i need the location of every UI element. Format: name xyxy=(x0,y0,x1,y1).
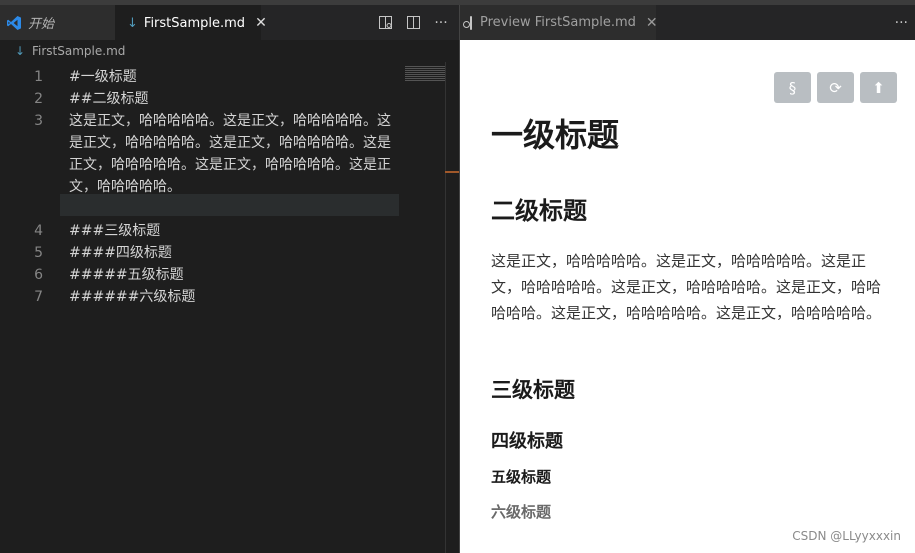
line-text[interactable]: 这是正文，哈哈哈哈哈。这是正文，哈哈哈哈哈。这是正文，哈哈哈哈哈。这是正文，哈哈… xyxy=(69,110,391,198)
editor-actions: ··· xyxy=(377,5,449,40)
breadcrumb-file[interactable]: FirstSample.md xyxy=(32,44,125,58)
markdown-icon: ↓ xyxy=(14,44,26,58)
markdown-icon: ↓ xyxy=(127,15,138,31)
breadcrumb[interactable]: ↓ FirstSample.md xyxy=(0,40,459,62)
back-to-top-button[interactable]: ⬆ xyxy=(860,72,897,103)
code-editor[interactable]: 1 #一级标题 2 ##二级标题 3 这是正文，哈哈哈哈哈。这是正文，哈哈哈哈哈… xyxy=(0,62,445,553)
preview-icon xyxy=(463,15,472,30)
line-number: 3 xyxy=(34,113,43,129)
scrollbar-cursor-marker xyxy=(445,171,459,173)
preview-tab-bar: Preview FirstSample.md ✕ ··· xyxy=(460,5,915,40)
line-number: 2 xyxy=(34,91,43,107)
tab-preview[interactable]: Preview FirstSample.md ✕ xyxy=(460,5,658,40)
line-number: 4 xyxy=(34,223,43,239)
line-text[interactable]: ######六级标题 xyxy=(69,286,391,308)
editor-tab-bar: 开始 ↓ FirstSample.md ✕ ··· xyxy=(0,5,459,40)
tab-file-label: FirstSample.md xyxy=(143,15,246,31)
line-text[interactable]: #一级标题 xyxy=(69,66,391,88)
minimap[interactable] xyxy=(405,66,447,82)
line-text[interactable]: ##二级标题 xyxy=(69,88,391,110)
toc-button[interactable]: § xyxy=(774,72,811,103)
refresh-button[interactable]: ⟳ xyxy=(817,72,854,103)
vertical-scrollbar[interactable] xyxy=(445,62,459,553)
preview-group: Preview FirstSample.md ✕ ··· § ⟳ ⬆ 一级标题 … xyxy=(459,5,915,553)
line-number: 7 xyxy=(34,289,43,305)
heading-3: 三级标题 xyxy=(491,378,575,402)
heading-6: 六级标题 xyxy=(491,503,552,521)
markdown-preview: § ⟳ ⬆ 一级标题 二级标题 这是正文，哈哈哈哈哈。这是正文，哈哈哈哈哈。这是… xyxy=(460,40,915,553)
heading-5: 五级标题 xyxy=(491,468,552,486)
line-number: 6 xyxy=(34,267,43,283)
tab-start[interactable]: 开始 xyxy=(0,5,115,40)
close-icon[interactable]: ✕ xyxy=(255,15,267,31)
open-preview-side-icon[interactable] xyxy=(377,15,393,31)
heading-4: 四级标题 xyxy=(491,431,563,452)
tab-first-sample[interactable]: ↓ FirstSample.md ✕ xyxy=(115,5,267,40)
more-actions-icon[interactable]: ··· xyxy=(895,5,908,40)
line-text[interactable]: ####四级标题 xyxy=(69,242,391,264)
line-number: 5 xyxy=(34,245,43,261)
line-text[interactable]: ###三级标题 xyxy=(69,220,391,242)
preview-toolbar: § ⟳ ⬆ xyxy=(774,72,897,103)
body-paragraph: 这是正文，哈哈哈哈哈。这是正文，哈哈哈哈哈。这是正文，哈哈哈哈哈。这是正文，哈哈… xyxy=(491,252,882,322)
more-actions-icon[interactable]: ··· xyxy=(433,15,449,31)
heading-1: 一级标题 xyxy=(491,116,620,154)
tab-preview-label: Preview FirstSample.md xyxy=(480,15,636,30)
vscode-logo-icon xyxy=(7,15,21,30)
editor-group: 开始 ↓ FirstSample.md ✕ ··· ↓ FirstSample.… xyxy=(0,5,459,553)
line-text[interactable]: #####五级标题 xyxy=(69,264,391,286)
tab-start-label: 开始 xyxy=(28,17,55,32)
heading-2: 二级标题 xyxy=(491,197,587,225)
split-editor-icon[interactable] xyxy=(405,15,421,31)
close-icon[interactable]: ✕ xyxy=(646,15,658,31)
line-number: 1 xyxy=(34,69,43,85)
watermark: CSDN @LLyyxxxin xyxy=(792,529,901,543)
